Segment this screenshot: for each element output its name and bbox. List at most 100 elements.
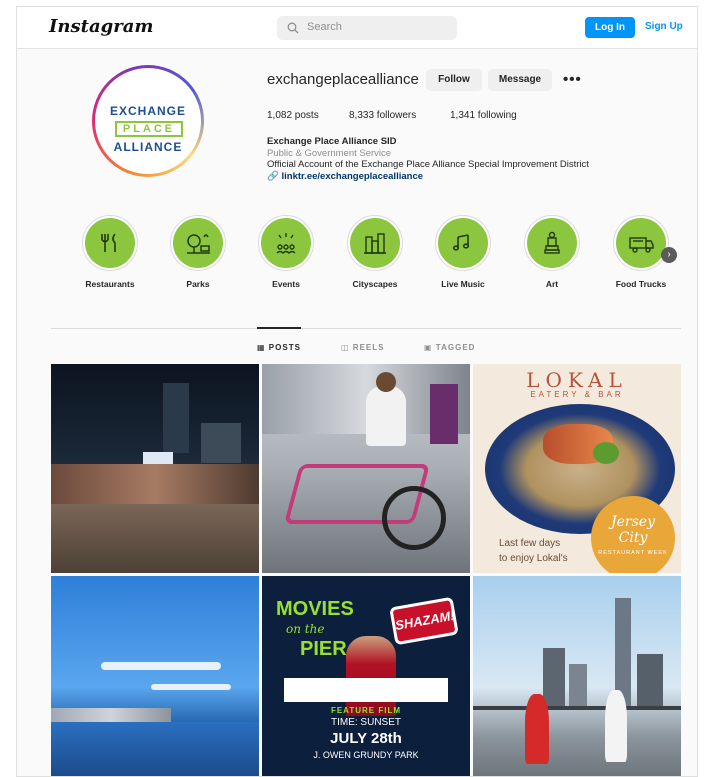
bike-wheel-graphic <box>382 486 446 550</box>
more-options-icon[interactable]: ••• <box>563 71 582 88</box>
post-movie-night-plaza[interactable] <box>51 364 259 573</box>
search-icon <box>287 22 299 34</box>
movies-title: MOVIES <box>276 598 354 620</box>
dancer-red-graphic <box>525 694 549 764</box>
tab-label: POSTS <box>268 343 301 352</box>
railing-graphic <box>473 706 681 710</box>
tree-icon <box>187 234 210 254</box>
profile-avatar[interactable]: EXCHANGE PLACE ALLIANCE <box>92 65 204 177</box>
feature-film-label: FEATURE FILM <box>330 706 402 715</box>
highlight-label: Parks <box>186 279 210 289</box>
confetti-icon <box>276 233 296 254</box>
highlight-art[interactable]: Art <box>517 215 587 289</box>
post-movies-on-the-pier[interactable]: MOVIES on the PIER SHAZAM! FEATURE FILM … <box>262 576 470 776</box>
badge-line1: Jersey <box>611 514 655 530</box>
post-harbor-skyline[interactable] <box>51 576 259 776</box>
highlight-label: Cityscapes <box>352 279 398 289</box>
film-logo: SHAZAM! <box>389 596 459 646</box>
dock-sign-graphic <box>430 384 458 444</box>
highlight-ring <box>435 215 491 271</box>
posts-count: 1,082 posts <box>267 110 319 121</box>
avatar-logo: EXCHANGE PLACE ALLIANCE <box>95 68 201 174</box>
highlight-label: Events <box>272 279 300 289</box>
highlight-label: Art <box>545 279 559 289</box>
avatar-text-alliance: ALLIANCE <box>113 140 183 154</box>
highlight-cover <box>173 218 223 268</box>
highlight-cover <box>261 218 311 268</box>
lokal-caption-line1: Last few days <box>499 538 561 549</box>
highlight-ring <box>258 215 314 271</box>
lokal-subtitle: EATERY & BAR <box>530 390 624 399</box>
building-graphic <box>543 648 565 708</box>
instagram-logo[interactable]: Instagram <box>49 16 153 37</box>
post-lokal-restaurant-week[interactable]: LOKAL EATERY & BAR Last few days to enjo… <box>473 364 681 573</box>
highlight-events[interactable]: Events <box>251 215 321 289</box>
followers-count[interactable]: 8,333 followers <box>349 110 416 121</box>
badge-title: Jersey City <box>591 514 675 546</box>
message-button[interactable]: Message <box>488 69 552 91</box>
link-icon: 🔗 <box>267 171 279 182</box>
bio-link-text: linktr.ee/exchangeplacealliance <box>281 171 424 182</box>
highlight-cover <box>85 218 135 268</box>
water-graphic <box>51 722 259 776</box>
highlight-cover <box>438 218 488 268</box>
event-location: J. OWEN GRUNDY PARK <box>313 750 419 760</box>
search-input[interactable]: Search <box>277 16 457 40</box>
tab-label: REELS <box>352 343 385 352</box>
highlight-ring <box>170 215 226 271</box>
building-graphic <box>637 654 663 708</box>
crowd-graphic <box>51 464 259 504</box>
highlight-ring <box>613 215 669 271</box>
log-in-button[interactable]: Log In <box>585 17 635 38</box>
tabs-divider <box>51 328 681 329</box>
tower-graphic <box>163 383 189 453</box>
tab-posts[interactable]: ▦ POSTS <box>257 343 301 352</box>
chevron-right-icon[interactable]: › <box>661 247 677 263</box>
bio-description: Official Account of the Exchange Place A… <box>267 159 589 170</box>
post-citi-bike[interactable] <box>262 364 470 573</box>
statue-icon <box>544 231 560 254</box>
dancer-white-graphic <box>605 690 627 762</box>
distant-skyline-graphic <box>51 708 171 722</box>
cloud-graphic <box>101 662 221 670</box>
browser-page: Instagram Search Log In Sign Up EXCHANGE… <box>16 6 698 777</box>
cloud-graphic <box>151 684 231 690</box>
highlight-restaurants[interactable]: Restaurants <box>75 215 145 289</box>
movies-on-the: on the <box>286 622 325 636</box>
tab-tagged[interactable]: ▣ TAGGED <box>424 343 475 352</box>
movies-pier: PIER <box>300 638 347 660</box>
highlight-cityscapes[interactable]: Cityscapes <box>340 215 410 289</box>
highlight-cover <box>616 218 666 268</box>
top-navigation-bar: Instagram Search Log In Sign Up <box>17 7 697 49</box>
person-head-graphic <box>376 372 396 392</box>
sign-up-link[interactable]: Sign Up <box>645 21 683 32</box>
highlight-ring <box>82 215 138 271</box>
building-graphic <box>569 664 587 708</box>
follow-button[interactable]: Follow <box>426 69 482 91</box>
white-banner <box>284 678 448 702</box>
event-date: JULY 28th <box>330 730 402 747</box>
tab-label: TAGGED <box>435 343 476 352</box>
post-dancers-waterfront[interactable] <box>473 576 681 776</box>
city-icon <box>364 233 386 254</box>
active-tab-indicator <box>257 327 301 329</box>
avatar-text-exchange: EXCHANGE <box>109 104 186 118</box>
showtime-label: TIME: SUNSET <box>330 717 401 728</box>
highlight-label: Live Music <box>441 279 485 289</box>
tagged-icon: ▣ <box>424 343 433 352</box>
profile-username: exchangeplacealliance <box>267 71 419 88</box>
bio-link[interactable]: 🔗 linktr.ee/exchangeplacealliance <box>267 171 423 182</box>
lokal-caption: Last few days to enjoy Lokal's <box>499 536 568 566</box>
highlight-ring <box>524 215 580 271</box>
highlight-live-music[interactable]: Live Music <box>428 215 498 289</box>
highlight-parks[interactable]: Parks <box>163 215 233 289</box>
highlight-ring <box>347 215 403 271</box>
jersey-city-restaurant-week-badge: Jersey City RESTAURANT WEEK <box>591 496 675 573</box>
following-count[interactable]: 1,341 following <box>450 110 517 121</box>
badge-line2: City <box>618 530 648 546</box>
tab-reels[interactable]: ◫ REELS <box>341 343 384 352</box>
bio-full-name: Exchange Place Alliance SID <box>267 136 397 147</box>
superhero-graphic <box>346 636 396 716</box>
highlight-cover <box>350 218 400 268</box>
highlight-label: Food Trucks <box>615 279 667 289</box>
